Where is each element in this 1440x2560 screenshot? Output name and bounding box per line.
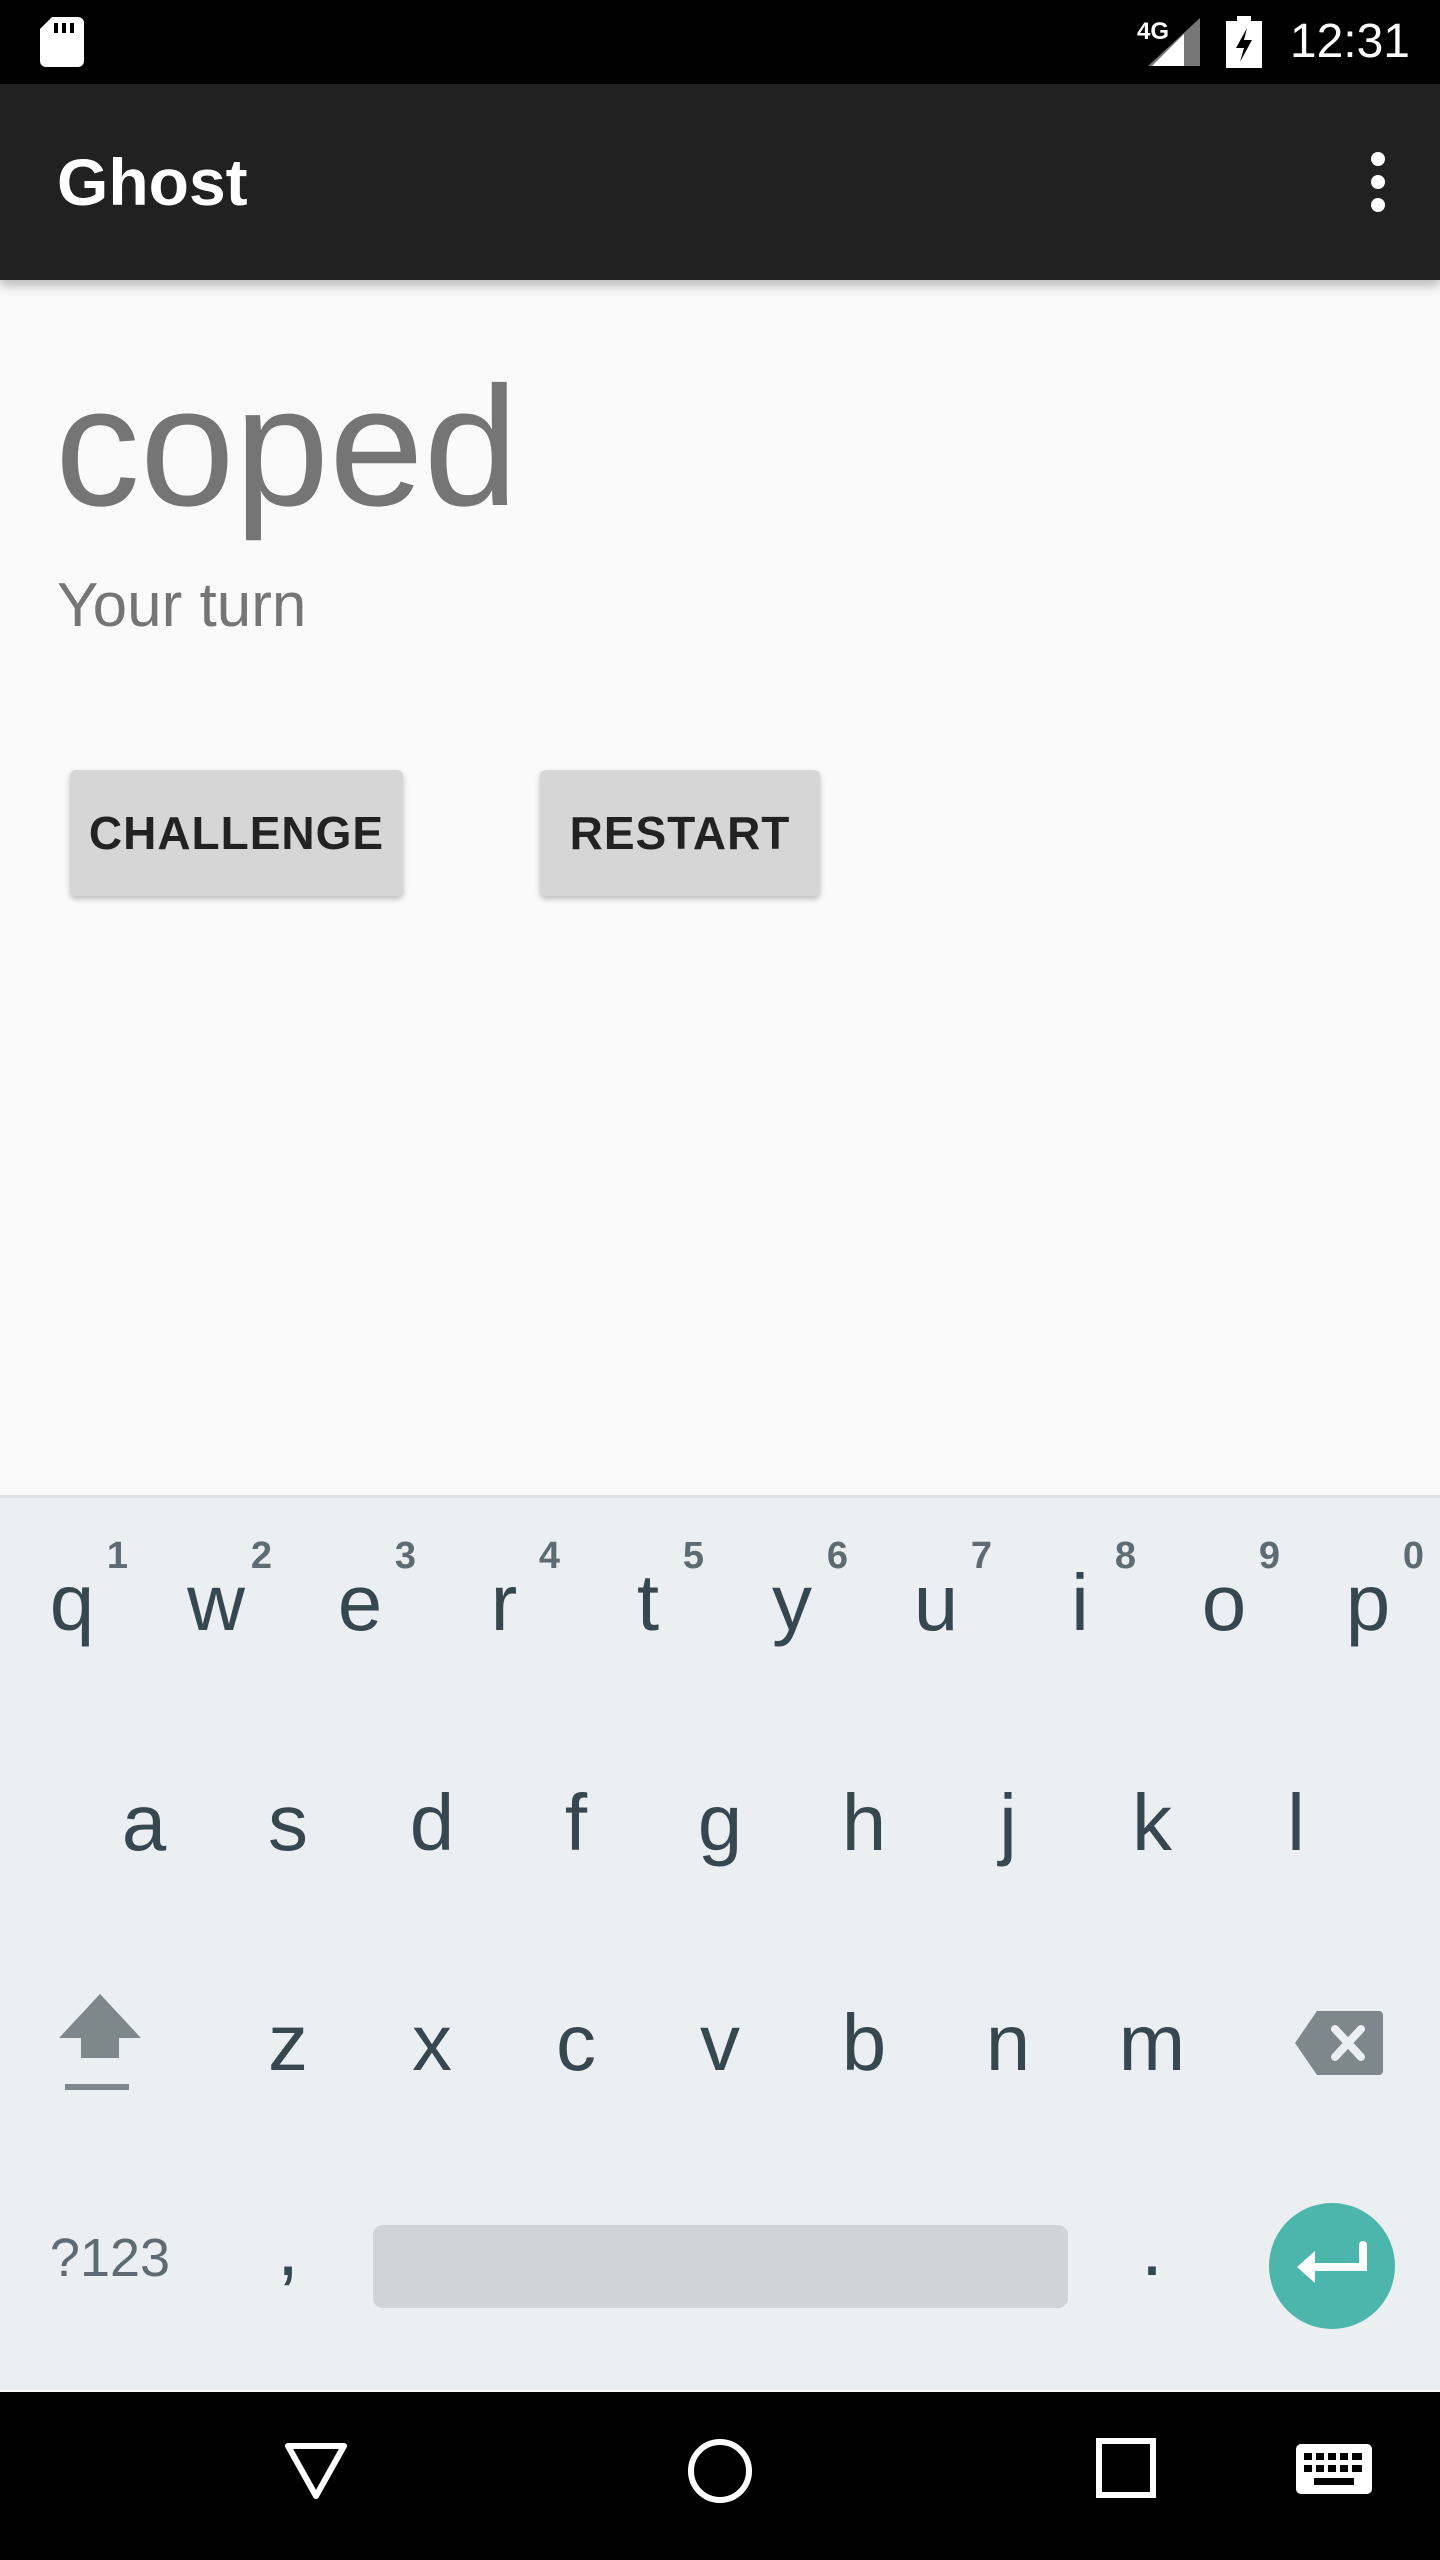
back-icon[interactable] [282,2436,350,2504]
key-f[interactable]: f [504,1723,648,1923]
key-o[interactable]: o 9 [1152,1503,1296,1703]
challenge-button[interactable]: CHALLENGE [70,770,403,896]
symbols-key[interactable]: ?123 [30,2158,190,2358]
comma-key[interactable]: , [216,2148,360,2348]
restart-button[interactable]: RESTART [540,770,820,896]
key-p[interactable]: p 0 [1296,1503,1440,1703]
enter-key[interactable] [1269,2203,1395,2329]
backspace-key[interactable] [1264,1943,1414,2143]
key-r[interactable]: r 4 [432,1503,576,1703]
home-icon[interactable] [685,2436,755,2506]
app-bar: Ghost [0,84,1440,280]
enter-arrow-icon [1297,2241,1367,2283]
key-h[interactable]: h [792,1723,936,1923]
key-z[interactable]: z [216,1943,360,2143]
turn-status: Your turn [57,571,307,640]
key-x[interactable]: x [360,1943,504,2143]
key-q[interactable]: q 1 [0,1503,144,1703]
key-t[interactable]: t 5 [576,1503,720,1703]
clock: 12:31 [1289,15,1410,68]
shift-arrow-icon [59,1994,141,2090]
key-i[interactable]: i 8 [1008,1503,1152,1703]
current-word: coped [55,352,519,542]
key-c[interactable]: c [504,1943,648,2143]
backspace-icon [1295,2011,1383,2075]
sd-card-icon [40,17,84,67]
space-bar[interactable] [373,2225,1068,2308]
key-g[interactable]: g [648,1723,792,1923]
app-title: Ghost [57,145,248,219]
battery-charging-icon [1226,16,1262,68]
key-v[interactable]: v [648,1943,792,2143]
signal-icon [1148,18,1200,66]
status-bar: 4G 12:31 [0,0,1440,84]
keyboard-switch-icon[interactable] [1296,2444,1372,2494]
key-u[interactable]: u 7 [864,1503,1008,1703]
navigation-bar [0,2392,1440,2560]
key-n[interactable]: n [936,1943,1080,2143]
key-s[interactable]: s [216,1723,360,1923]
shift-key[interactable] [30,1943,170,2143]
key-k[interactable]: k [1080,1723,1224,1923]
key-w[interactable]: w 2 [144,1503,288,1703]
key-m[interactable]: m [1080,1943,1224,2143]
key-l[interactable]: l [1224,1723,1368,1923]
key-d[interactable]: d [360,1723,504,1923]
key-j[interactable]: j [936,1723,1080,1923]
key-b[interactable]: b [792,1943,936,2143]
key-y[interactable]: y 6 [720,1503,864,1703]
overflow-menu-icon[interactable] [1356,146,1400,218]
key-a[interactable]: a [72,1723,216,1923]
recents-icon[interactable] [1094,2436,1158,2500]
period-key[interactable]: . [1080,2148,1224,2348]
key-e[interactable]: e 3 [288,1503,432,1703]
